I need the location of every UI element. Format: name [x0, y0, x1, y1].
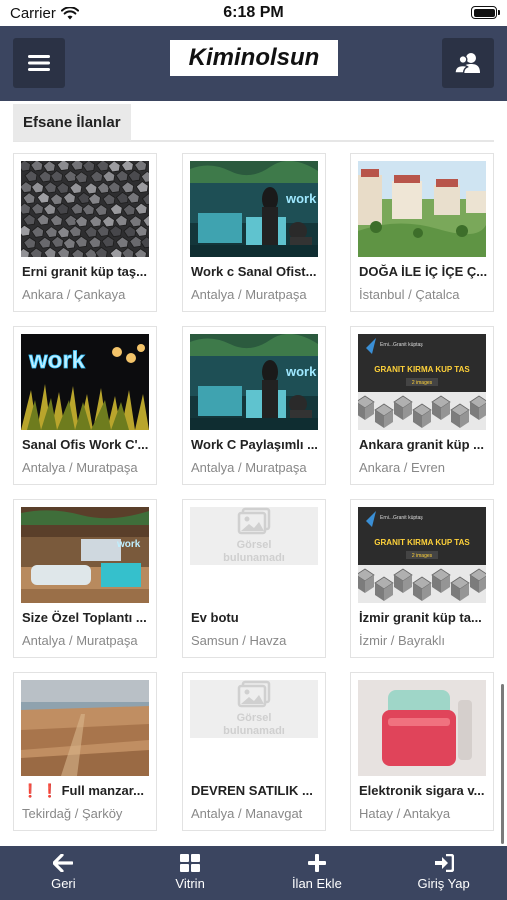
tab-showcase-label: Vitrin — [175, 876, 205, 891]
listing-card[interactable]: work Size Özel Toplantı ... Antalya / Mur… — [13, 499, 157, 658]
tab-showcase[interactable]: Vitrin — [127, 846, 254, 900]
listing-location: Antalya / Muratpaşa — [191, 287, 307, 302]
listing-title[interactable]: Work C Paylaşımlı ... — [191, 437, 321, 452]
listing-thumbnail[interactable]: work — [21, 507, 149, 603]
listing-title[interactable]: ❗ ❗ Full manzar... — [22, 783, 152, 799]
listing-thumbnail[interactable]: Erni...Granit küptaş GRANIT KIRMA KUP TA… — [358, 334, 486, 430]
status-bar: Carrier 6:18 PM — [0, 0, 507, 26]
menu-button[interactable] — [13, 38, 65, 88]
svg-text:Erni...Granit küptaş: Erni...Granit küptaş — [380, 515, 423, 521]
grid-icon — [180, 854, 201, 872]
listing-thumbnail[interactable]: Görsel bulunamadı — [190, 507, 318, 603]
listing-card[interactable]: Erni...Granit küptaş GRANIT KIRMA KUP TA… — [350, 499, 494, 658]
image-placeholder: Görsel bulunamadı — [190, 680, 318, 738]
placeholder-line2: bulunamadı — [223, 552, 285, 564]
tab-login[interactable]: Giriş Yap — [380, 846, 507, 900]
tab-login-label: Giriş Yap — [417, 876, 470, 891]
plus-icon — [307, 854, 326, 872]
placeholder-line1: Görsel — [236, 712, 272, 724]
listing-title[interactable]: DOĞA İLE İÇ İÇE Ç... — [359, 264, 489, 279]
tab-back[interactable]: Geri — [0, 846, 127, 900]
bottom-tab-bar: Geri Vitrin İlan Ekle Giriş Yap — [0, 846, 507, 900]
listing-thumbnail[interactable]: work — [190, 334, 318, 430]
app-logo[interactable]: Kiminolsun — [170, 40, 338, 76]
svg-text:Erni...Granit küptaş: Erni...Granit küptaş — [380, 342, 423, 348]
listing-title[interactable]: Elektronik sigara v... — [359, 783, 489, 798]
listing-card[interactable]: Erni...Granit küptaş GRANIT KIRMA KUP TA… — [350, 326, 494, 485]
image-placeholder: Görsel bulunamadı — [190, 507, 318, 565]
listing-card[interactable]: work Sanal Ofis Work C'... Antalya / Mura… — [13, 326, 157, 485]
listing-thumbnail[interactable]: work — [190, 161, 318, 257]
svg-text:GRANIT KIRMA KUP TAS: GRANIT KIRMA KUP TAS — [374, 365, 470, 374]
listing-location: Tekirdağ / Şarköy — [22, 806, 123, 821]
listing-title[interactable]: İzmir granit küp ta... — [359, 610, 489, 625]
image-placeholder-icon — [237, 680, 271, 708]
svg-text:work: work — [116, 539, 141, 550]
listing-card[interactable]: Görsel bulunamadı DEVREN SATILIK ... Anta… — [182, 672, 326, 831]
listing-location: İzmir / Bayraklı — [359, 633, 445, 648]
listing-location: Antalya / Muratpaşa — [191, 460, 307, 475]
listing-card[interactable]: DOĞA İLE İÇ İÇE Ç... İstanbul / Çatalca — [350, 153, 494, 312]
listing-location: Ankara / Evren — [359, 460, 445, 475]
listing-location: İstanbul / Çatalca — [359, 287, 460, 302]
listings-page: Efsane İlanlar Erni granit küp taş... Ank… — [0, 101, 507, 846]
listing-thumbnail[interactable]: work — [21, 334, 149, 430]
listing-title[interactable]: Ev botu — [191, 610, 321, 625]
listing-location: Antalya / Manavgat — [191, 806, 303, 821]
listing-card[interactable]: work Work c Sanal Ofist... Antalya / Mura… — [182, 153, 326, 312]
svg-text:work: work — [28, 347, 86, 374]
tab-add-listing-label: İlan Ekle — [291, 876, 342, 891]
listing-location: Antalya / Muratpaşa — [22, 633, 138, 648]
listing-title[interactable]: Ankara granit küp ... — [359, 437, 489, 452]
listing-title[interactable]: DEVREN SATILIK ... — [191, 783, 321, 798]
listing-thumbnail[interactable] — [358, 161, 486, 257]
svg-text:2 images: 2 images — [412, 380, 433, 386]
users-icon — [454, 53, 480, 74]
listing-title[interactable]: Sanal Ofis Work C'... — [22, 437, 152, 452]
listing-location: Antalya / Muratpaşa — [22, 460, 138, 475]
listing-thumbnail[interactable]: Görsel bulunamadı — [190, 680, 318, 776]
listing-thumbnail[interactable]: Erni...Granit küptaş GRANIT KIRMA KUP TA… — [358, 507, 486, 603]
image-placeholder-icon — [237, 507, 271, 535]
svg-text:work: work — [285, 191, 317, 206]
battery-icon — [471, 6, 500, 19]
scroll-indicator[interactable] — [501, 684, 504, 844]
listing-location: Samsun / Havza — [191, 633, 287, 648]
tab-back-label: Geri — [51, 876, 76, 891]
listing-card[interactable]: Görsel bulunamadı Ev botu Samsun / Havza — [182, 499, 326, 658]
tab-add-listing[interactable]: İlan Ekle — [254, 846, 381, 900]
listing-card[interactable]: Elektronik sigara v... Hatay / Antakya — [350, 672, 494, 831]
svg-text:work: work — [285, 364, 317, 379]
listing-thumbnail[interactable] — [358, 680, 486, 776]
account-button[interactable] — [442, 38, 494, 88]
hamburger-icon — [28, 55, 50, 71]
section-header: Efsane İlanlar — [13, 104, 494, 142]
listing-title[interactable]: Work c Sanal Ofist... — [191, 264, 321, 279]
svg-text:2 images: 2 images — [412, 553, 433, 559]
listing-card[interactable]: Erni granit küp taş... Ankara / Çankaya — [13, 153, 157, 312]
listing-card[interactable]: ❗ ❗ Full manzar... Tekirdağ / Şarköy — [13, 672, 157, 831]
listing-location: Hatay / Antakya — [359, 806, 451, 821]
placeholder-line1: Görsel — [236, 539, 272, 551]
listing-thumbnail[interactable] — [21, 680, 149, 776]
listing-thumbnail[interactable] — [21, 161, 149, 257]
nav-bar: Kiminolsun — [0, 26, 507, 101]
listing-card[interactable]: work Work C Paylaşımlı ... Antalya / Mura… — [182, 326, 326, 485]
placeholder-line2: bulunamadı — [223, 725, 285, 737]
listing-title[interactable]: Erni granit küp taş... — [22, 264, 152, 279]
section-title: Efsane İlanlar — [13, 104, 131, 141]
arrow-left-icon — [53, 854, 74, 872]
svg-text:GRANIT KIRMA KUP TAS: GRANIT KIRMA KUP TAS — [374, 538, 470, 547]
status-time: 6:18 PM — [223, 4, 284, 21]
listing-location: Ankara / Çankaya — [22, 287, 126, 302]
login-icon — [434, 854, 454, 872]
listing-title[interactable]: Size Özel Toplantı ... — [22, 610, 152, 625]
